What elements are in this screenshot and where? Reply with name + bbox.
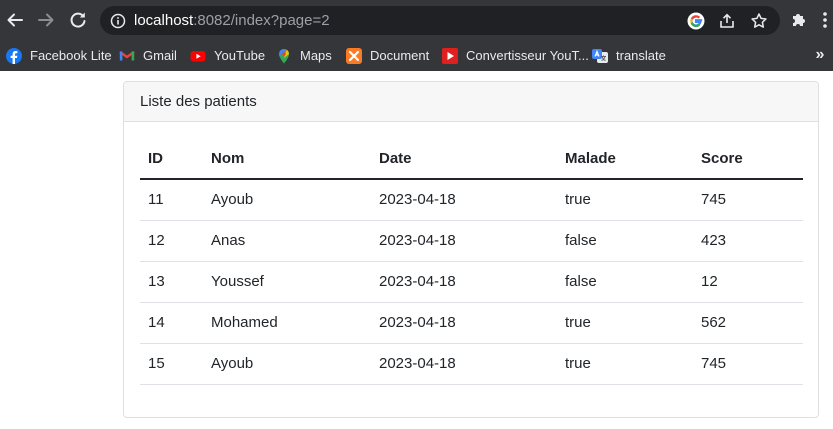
patients-card: Liste des patients ID Nom Date Malade Sc…	[123, 81, 819, 418]
bookmark-label: Maps	[300, 48, 332, 63]
youtube-converter-icon	[442, 47, 458, 64]
column-header-nom: Nom	[203, 138, 371, 180]
bookmark-label: translate	[616, 48, 666, 63]
browser-toolbar: localhost:8082/index?page=2	[0, 0, 833, 40]
google-translate-icon	[592, 48, 608, 64]
cell-id: 15	[140, 343, 203, 385]
cell-score: 745	[693, 343, 803, 385]
table-row: 13 Youssef 2023-04-18 false 12	[140, 261, 803, 303]
bookmark-document[interactable]: Document	[346, 40, 429, 71]
bookmark-convertisseur[interactable]: Convertisseur YouT...	[442, 40, 589, 71]
bookmark-gmail[interactable]: Gmail	[119, 40, 177, 71]
share-icon[interactable]	[718, 12, 736, 30]
bookmark-youtube[interactable]: YouTube	[190, 40, 265, 71]
back-button[interactable]	[3, 8, 27, 32]
card-title: Liste des patients	[124, 82, 818, 122]
cell-date: 2023-04-18	[371, 343, 557, 385]
cell-nom: Ayoub	[203, 343, 371, 385]
cell-id: 12	[140, 220, 203, 262]
youtube-icon	[190, 48, 206, 64]
cell-score: 12	[693, 261, 803, 303]
arrow-right-icon	[38, 13, 54, 27]
bookmark-translate[interactable]: translate	[592, 40, 666, 71]
reload-button[interactable]	[66, 8, 90, 32]
bookmark-label: Convertisseur YouT...	[466, 48, 589, 63]
info-icon[interactable]	[110, 13, 126, 29]
url-host: localhost	[134, 12, 194, 29]
arrow-left-icon	[7, 13, 23, 27]
column-header-malade: Malade	[557, 138, 693, 180]
star-icon[interactable]	[750, 12, 768, 30]
address-bar[interactable]: localhost:8082/index?page=2	[100, 6, 780, 35]
patients-table: ID Nom Date Malade Score 11 Ayoub 2023-0…	[140, 138, 803, 385]
bookmark-label: YouTube	[214, 48, 266, 63]
forward-button[interactable]	[34, 8, 58, 32]
cell-score: 745	[693, 179, 803, 221]
maps-pin-icon	[276, 48, 292, 64]
cell-nom: Youssef	[203, 261, 371, 303]
column-header-score: Score	[693, 138, 803, 180]
cell-id: 11	[140, 179, 203, 221]
table-header-row: ID Nom Date Malade Score	[140, 138, 803, 180]
puzzle-icon[interactable]	[789, 10, 809, 30]
url-path: :8082/index?page=2	[193, 12, 330, 29]
cell-date: 2023-04-18	[371, 302, 557, 344]
cell-malade: true	[557, 179, 693, 221]
cell-malade: false	[557, 261, 693, 303]
cell-date: 2023-04-18	[371, 220, 557, 262]
cell-malade: false	[557, 220, 693, 262]
gmail-icon	[119, 48, 135, 64]
cell-id: 14	[140, 302, 203, 344]
table-row: 15 Ayoub 2023-04-18 true 745	[140, 343, 803, 385]
facebook-icon	[6, 47, 22, 64]
bookmarks-bar: Facebook Lite Gmail YouTube Maps Documen…	[0, 40, 833, 71]
bookmark-label: Gmail	[143, 48, 177, 63]
cell-id: 13	[140, 261, 203, 303]
cell-nom: Ayoub	[203, 179, 371, 221]
column-header-id: ID	[140, 138, 203, 180]
column-header-date: Date	[371, 138, 557, 180]
cell-score: 562	[693, 302, 803, 344]
cell-score: 423	[693, 220, 803, 262]
cell-nom: Mohamed	[203, 302, 371, 344]
table-row: 14 Mohamed 2023-04-18 true 562	[140, 302, 803, 344]
url-text[interactable]: localhost:8082/index?page=2	[134, 12, 330, 29]
cell-date: 2023-04-18	[371, 179, 557, 221]
xampp-icon	[346, 47, 362, 64]
bookmark-facebook-lite[interactable]: Facebook Lite	[6, 40, 112, 71]
bookmark-maps[interactable]: Maps	[276, 40, 332, 71]
cell-malade: true	[557, 343, 693, 385]
cell-nom: Anas	[203, 220, 371, 262]
reload-icon	[70, 12, 86, 28]
cell-date: 2023-04-18	[371, 261, 557, 303]
table-row: 11 Ayoub 2023-04-18 true 745	[140, 179, 803, 221]
bookmarks-overflow-button[interactable]: »	[812, 45, 828, 65]
google-icon[interactable]	[687, 12, 705, 30]
bookmark-label: Document	[370, 48, 430, 63]
table-row: 12 Anas 2023-04-18 false 423	[140, 220, 803, 262]
bookmark-label: Facebook Lite	[30, 48, 112, 63]
kebab-menu-icon[interactable]	[815, 10, 833, 30]
cell-malade: true	[557, 302, 693, 344]
